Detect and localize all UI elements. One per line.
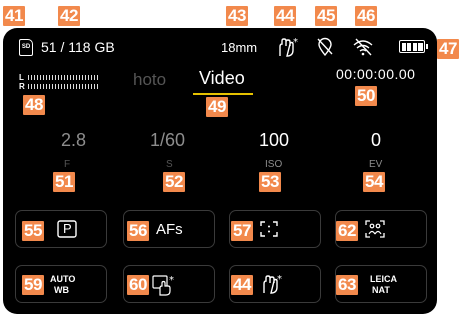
callout-60: 60 bbox=[127, 275, 149, 295]
iso-value[interactable]: 100 bbox=[259, 130, 289, 151]
svg-text:*: * bbox=[293, 37, 298, 48]
callout-48: 48 bbox=[23, 95, 45, 115]
white-balance-bottom: WB bbox=[54, 285, 69, 295]
gps-off-icon bbox=[317, 37, 333, 57]
stabilization-icon: * bbox=[279, 37, 298, 57]
film-style-bottom: NAT bbox=[372, 285, 390, 295]
aperture-label: F bbox=[64, 159, 71, 170]
callout-59: 59 bbox=[22, 275, 44, 295]
callout-43: 43 bbox=[226, 6, 248, 26]
callout-41: 41 bbox=[3, 6, 25, 26]
white-balance-top: AUTO bbox=[50, 274, 76, 284]
timecode: 00:00:00.00 bbox=[336, 66, 416, 82]
sd-card-icon: SD bbox=[19, 39, 33, 56]
stabilization-tile-icon: * bbox=[263, 274, 282, 294]
callout-57: 57 bbox=[231, 221, 253, 241]
callout-51: 51 bbox=[53, 172, 75, 192]
camera-screen: SD 51 / 118 GB 18mm * L R 48 hoto Video … bbox=[3, 28, 437, 314]
svg-text:*: * bbox=[169, 275, 174, 286]
ev-value[interactable]: 0 bbox=[371, 130, 381, 151]
callout-44-tile: 44 bbox=[231, 275, 253, 295]
callout-62: 62 bbox=[336, 221, 358, 241]
face-detection-icon bbox=[365, 220, 385, 238]
callout-44: 44 bbox=[274, 6, 296, 26]
audio-right-bar bbox=[28, 84, 100, 89]
storage-capacity: 51 / 118 GB bbox=[41, 39, 115, 55]
ev-label: EV bbox=[369, 159, 383, 170]
callout-45: 45 bbox=[315, 6, 337, 26]
tab-video[interactable]: Video bbox=[199, 68, 245, 89]
focus-mode-label: AFs bbox=[156, 221, 183, 238]
tab-video-underline bbox=[193, 93, 253, 95]
callout-49: 49 bbox=[206, 97, 228, 117]
callout-50: 50 bbox=[355, 86, 377, 106]
callout-53: 53 bbox=[259, 172, 281, 192]
audio-left-bar bbox=[28, 75, 100, 80]
tab-photo[interactable]: hoto bbox=[133, 70, 166, 90]
svg-text:*: * bbox=[277, 274, 282, 285]
metering-spot-icon bbox=[260, 221, 278, 237]
audio-meter-left: L bbox=[19, 73, 100, 82]
video-stabilization-icon: * bbox=[152, 275, 174, 296]
focal-length: 18mm bbox=[221, 40, 258, 55]
callout-56: 56 bbox=[127, 221, 149, 241]
audio-meter-right: R bbox=[19, 82, 100, 91]
shutter-speed-label: S bbox=[166, 159, 173, 170]
audio-left-label: L bbox=[19, 73, 24, 82]
wifi-off-icon bbox=[353, 38, 373, 56]
callout-46: 46 bbox=[355, 6, 377, 26]
battery-icon bbox=[399, 40, 428, 53]
callout-42: 42 bbox=[58, 6, 80, 26]
iso-label: ISO bbox=[265, 159, 283, 170]
callout-52: 52 bbox=[163, 172, 185, 192]
audio-right-label: R bbox=[19, 82, 25, 91]
callout-63: 63 bbox=[336, 275, 358, 295]
film-style-top: LEICA bbox=[370, 274, 397, 284]
callout-47: 47 bbox=[437, 39, 459, 59]
shutter-speed-value[interactable]: 1/60 bbox=[150, 130, 185, 151]
program-mode-letter: P bbox=[63, 221, 72, 236]
aperture-value[interactable]: 2.8 bbox=[61, 130, 86, 151]
callout-54: 54 bbox=[363, 172, 385, 192]
callout-55: 55 bbox=[22, 221, 44, 241]
